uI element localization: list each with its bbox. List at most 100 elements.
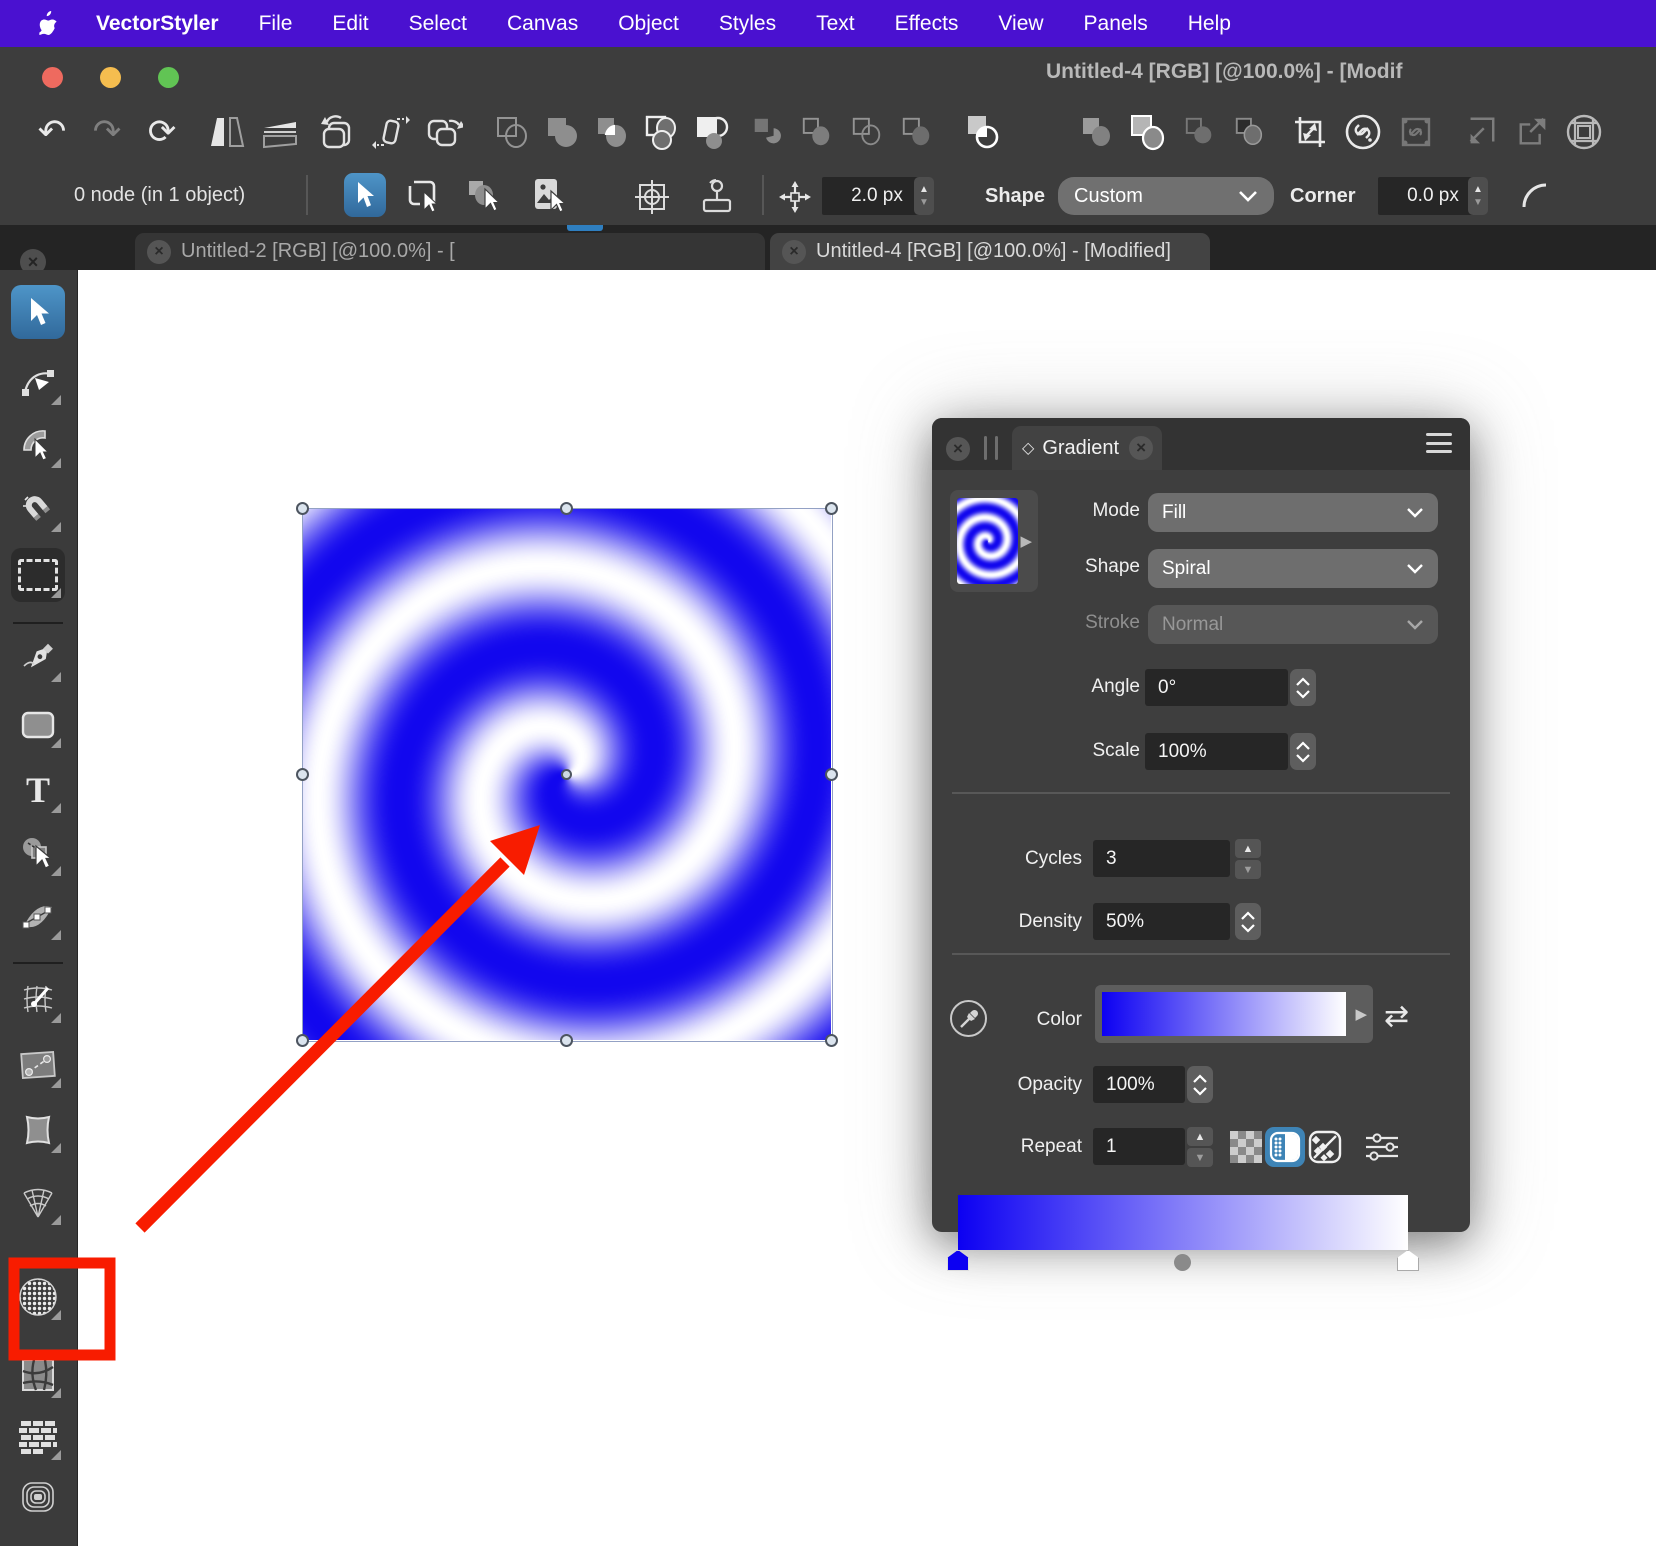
pen-tool[interactable] [11,632,65,686]
node-tool[interactable] [11,355,65,409]
boolean-merge-icon[interactable] [540,108,584,156]
panel-close-icon[interactable]: × [946,437,970,461]
cycles-stepper[interactable]: ▲▼ [1235,839,1261,879]
link-icon[interactable] [1341,108,1385,156]
image-select-button[interactable] [527,173,569,217]
color-expand-icon[interactable]: ▶ [1355,1005,1367,1023]
linked-frame-icon[interactable] [1394,108,1438,156]
density-field[interactable]: 50% [1093,903,1230,940]
close-window-button[interactable] [42,67,63,88]
place-inside-icon[interactable] [1458,108,1502,156]
pivot-icon[interactable] [695,177,739,217]
opacity-spinner[interactable] [1187,1066,1213,1103]
repeat-mode-dither-icon[interactable] [1265,1127,1305,1167]
boolean-trim-icon[interactable] [795,108,839,156]
rect-select-button[interactable] [402,173,444,217]
rotate-left-icon[interactable] [315,108,359,156]
mode-dropdown[interactable]: Fill [1148,493,1438,532]
stroke-width-stepper[interactable]: ▲▼ [914,177,934,215]
mesh-warp-tool[interactable] [11,973,65,1027]
boolean-outline-icon[interactable] [845,108,889,156]
selection-handle-middle-right[interactable] [825,768,838,781]
gradient-midpoint-marker[interactable] [1174,1254,1191,1271]
boolean-exclude-icon[interactable] [640,108,684,156]
tab-untitled-4[interactable]: × Untitled-4 [RGB] [@100.0%] - [Modified… [770,233,1210,270]
selection-handle-top-right[interactable] [825,502,838,515]
menu-help[interactable]: Help [1188,12,1231,36]
rotate-right-icon[interactable] [421,108,465,156]
selection-handle-bottom-right[interactable] [825,1034,838,1047]
concentric-shape-tool[interactable] [11,1470,65,1524]
sync-icon[interactable]: ⟳ [140,108,184,156]
marquee-tool[interactable] [11,548,65,602]
redo-icon[interactable]: ↷ [85,108,129,156]
crop-icon[interactable] [1288,108,1332,156]
shape-slice-icon[interactable] [960,108,1004,156]
snap-target-icon[interactable] [630,177,674,217]
boolean-intersect-icon[interactable] [590,108,634,156]
shape-edit-tool[interactable] [11,418,65,472]
menu-file[interactable]: File [259,12,293,36]
menu-select[interactable]: Select [409,12,467,36]
magnet-tool[interactable] [11,482,65,536]
repeat-field[interactable]: 1 [1093,1128,1185,1165]
brick-pattern-tool[interactable] [11,1410,65,1464]
select-tool[interactable] [11,285,65,339]
app-name[interactable]: VectorStyler [96,12,219,36]
tab-untitled-2[interactable]: × Untitled-2 [RGB] [@100.0%] - [ [135,233,765,270]
menu-panels[interactable]: Panels [1084,12,1148,36]
artboard-icon[interactable] [1562,108,1606,156]
grid-warp-tool[interactable] [11,1348,65,1402]
rotate-object-icon[interactable] [368,108,412,156]
corner-field[interactable]: 0.0 px [1378,177,1476,215]
object-center-point[interactable] [561,769,572,780]
stroke-dropdown[interactable]: Normal [1148,605,1438,644]
tab-close-icon[interactable]: × [782,240,806,264]
selection-handle-bottom-left[interactable] [296,1034,309,1047]
menu-object[interactable]: Object [618,12,679,36]
shape-front-icon[interactable] [1125,108,1169,156]
tab-close-icon[interactable]: × [147,240,171,264]
flip-horizontal-icon[interactable] [205,108,249,156]
selection-handle-middle-left[interactable] [296,768,309,781]
text-tool[interactable]: T [11,763,65,817]
warp-node-tool[interactable] [11,890,65,944]
repeat-mode-tile-icon[interactable] [1226,1127,1266,1167]
color-gradient-preview[interactable]: ▶ [1095,985,1373,1043]
menu-canvas[interactable]: Canvas [507,12,578,36]
minimize-window-button[interactable] [100,67,121,88]
shape-back-icon[interactable] [1178,108,1222,156]
image-gradient-tool[interactable] [11,1038,65,1092]
shape-dropdown[interactable]: Spiral [1148,549,1438,588]
selection-handle-bottom-center[interactable] [560,1034,573,1047]
boolean-cutout-icon[interactable] [895,108,939,156]
panel-tab-close-icon[interactable]: × [1129,436,1153,460]
gradient-options-icon[interactable] [1362,1127,1402,1167]
fan-mesh-tool[interactable] [11,1175,65,1229]
gradient-editor-bar[interactable] [958,1195,1408,1250]
opacity-field[interactable]: 100% [1093,1066,1185,1103]
open-external-icon[interactable] [1512,108,1556,156]
angle-spinner[interactable] [1290,669,1316,706]
halftone-tool[interactable] [11,1270,65,1324]
boolean-union-icon[interactable] [490,108,534,156]
menu-styles[interactable]: Styles [719,12,776,36]
flip-vertical-icon[interactable] [258,108,302,156]
corner-curve-icon[interactable] [1520,179,1560,215]
apple-icon[interactable] [38,11,68,37]
cycles-field[interactable]: 3 [1093,840,1230,877]
selection-handle-top-left[interactable] [296,502,309,515]
move-icon[interactable] [775,179,815,215]
select-tool-button[interactable] [344,173,386,217]
menu-text[interactable]: Text [816,12,855,36]
shape-combine-icon[interactable] [1075,108,1119,156]
menu-view[interactable]: View [998,12,1043,36]
panel-drag-handle[interactable] [984,436,998,460]
boolean-subtract-icon[interactable] [690,108,734,156]
scale-field[interactable]: 100% [1145,733,1288,770]
shape-mask-icon[interactable] [1228,108,1272,156]
blob-tool[interactable] [11,1103,65,1157]
shape-builder-tool[interactable] [11,826,65,880]
undo-icon[interactable]: ↶ [30,108,74,156]
shape-dropdown[interactable]: Custom [1058,177,1274,215]
